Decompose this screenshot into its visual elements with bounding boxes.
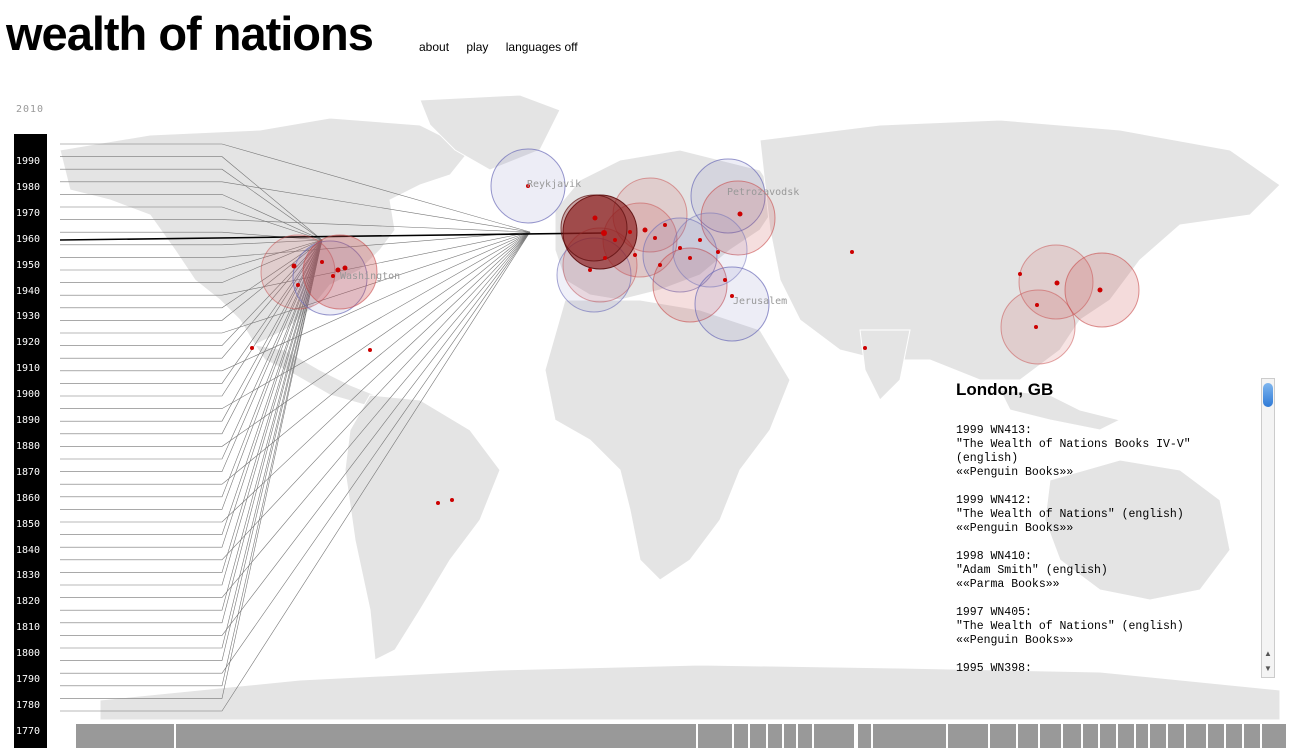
- list-item: 1999 WN412: "The Wealth of Nations" (eng…: [956, 494, 1184, 535]
- track-separator: [1242, 724, 1244, 748]
- track-separator: [988, 724, 990, 748]
- timeline-year-label[interactable]: 1800: [16, 648, 40, 660]
- track-separator: [1061, 724, 1063, 748]
- top-nav: about play languages off: [419, 40, 592, 54]
- track-separator: [1224, 724, 1226, 748]
- timeline-year-label[interactable]: 1820: [16, 596, 40, 608]
- scroll-down-icon[interactable]: ▼: [1264, 664, 1272, 673]
- track-separator: [748, 724, 750, 748]
- track-separator: [732, 724, 734, 748]
- track-separator: [696, 724, 698, 748]
- timeline-year-label[interactable]: 1850: [16, 519, 40, 531]
- track-separator: [174, 724, 176, 748]
- scroll-thumb[interactable]: [1263, 383, 1273, 407]
- bottom-timeline-track[interactable]: [76, 724, 1286, 748]
- track-separator: [1116, 724, 1118, 748]
- timeline-year-label[interactable]: 1810: [16, 622, 40, 634]
- timeline-year-label[interactable]: 1900: [16, 389, 40, 401]
- timeline-year-label[interactable]: 1860: [16, 493, 40, 505]
- city-circle[interactable]: [560, 194, 628, 262]
- track-separator: [766, 724, 768, 748]
- track-separator: [812, 724, 814, 748]
- info-title: London, GB: [956, 380, 1054, 399]
- track-separator: [1206, 724, 1208, 748]
- timeline-year-label[interactable]: 1890: [16, 415, 40, 427]
- timeline-year-label[interactable]: 1920: [16, 337, 40, 349]
- scroll-up-icon[interactable]: ▲: [1264, 649, 1272, 658]
- track-separator: [871, 724, 873, 748]
- timeline-year-label[interactable]: 1830: [16, 570, 40, 582]
- city-label-washington[interactable]: Washington: [340, 271, 400, 282]
- info-entries-list: 1999 WN413: "The Wealth of Nations Books…: [956, 424, 1256, 678]
- list-item: 1997 WN405: "The Wealth of Nations" (eng…: [956, 606, 1184, 647]
- track-separator: [856, 724, 858, 748]
- languages-toggle-link[interactable]: languages off: [506, 40, 578, 54]
- timeline-bar[interactable]: 1990 1980 1970 1960 1950 1940 1930 1920 1910 1900…: [14, 134, 47, 748]
- timeline-year-label[interactable]: 1970: [16, 208, 40, 220]
- timeline-year-label[interactable]: 1880: [16, 441, 40, 453]
- timeline-year-label[interactable]: 1950: [16, 260, 40, 272]
- app-title: wealth of nations: [6, 7, 374, 60]
- track-separator: [1260, 724, 1262, 748]
- track-separator: [1038, 724, 1040, 748]
- info-panel: London, GB 1999 WN413: "The Wealth of Na…: [950, 376, 1268, 678]
- city-label-jerusalem[interactable]: Jerusalem: [733, 296, 787, 307]
- about-link[interactable]: about: [419, 40, 449, 54]
- track-separator: [1098, 724, 1100, 748]
- track-separator: [796, 724, 798, 748]
- city-label-petrozavodsk[interactable]: Petrozavodsk: [727, 187, 799, 198]
- track-separator: [1184, 724, 1186, 748]
- info-scrollbar[interactable]: ▲ ▼: [1261, 378, 1275, 678]
- timeline-year-label[interactable]: 1990: [16, 156, 40, 168]
- timeline-top-year: 2010: [16, 104, 45, 115]
- timeline-year-label[interactable]: 1930: [16, 311, 40, 323]
- city-label-reykjavik[interactable]: Reykjavik: [527, 179, 581, 190]
- track-separator: [1016, 724, 1018, 748]
- track-separator: [1148, 724, 1150, 748]
- track-separator: [1081, 724, 1083, 748]
- list-item: 1999 WN413: "The Wealth of Nations Books…: [956, 424, 1191, 479]
- list-item: 1998 WN410: "Adam Smith" (english) ««Par…: [956, 550, 1108, 591]
- play-link[interactable]: play: [466, 40, 488, 54]
- list-item: 1995 WN398:: [956, 662, 1032, 675]
- timeline-year-label[interactable]: 1980: [16, 182, 40, 194]
- timeline-year-label[interactable]: 1910: [16, 363, 40, 375]
- track-separator: [782, 724, 784, 748]
- timeline-year-label[interactable]: 1960: [16, 234, 40, 246]
- timeline-year-label[interactable]: 1840: [16, 545, 40, 557]
- timeline-year-label[interactable]: 1940: [16, 286, 40, 298]
- timeline-year-label[interactable]: 1780: [16, 700, 40, 712]
- timeline-year-label[interactable]: 1770: [16, 726, 40, 738]
- track-separator: [946, 724, 948, 748]
- track-separator: [1134, 724, 1136, 748]
- track-separator: [1166, 724, 1168, 748]
- timeline-year-label[interactable]: 1870: [16, 467, 40, 479]
- timeline-year-label[interactable]: 1790: [16, 674, 40, 686]
